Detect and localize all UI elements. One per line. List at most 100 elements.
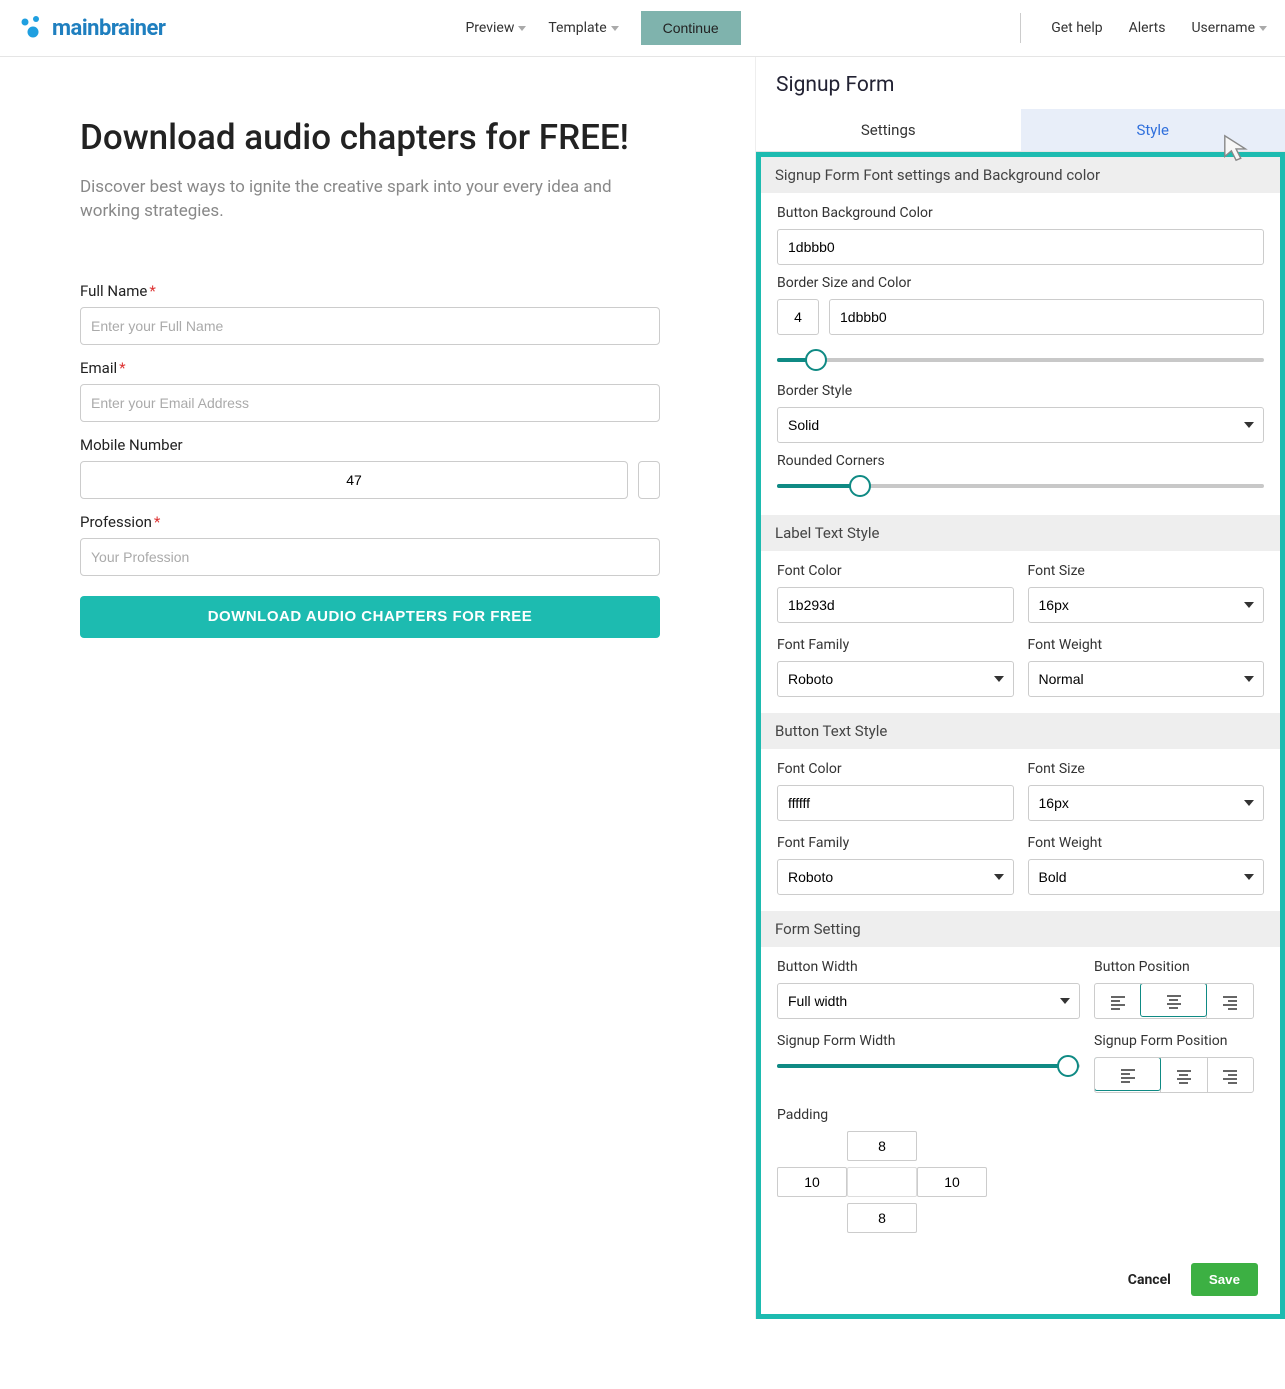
cursor-icon: [1222, 133, 1252, 163]
border-size-color-label: Border Size and Color: [777, 275, 1264, 291]
chevron-down-icon: [611, 26, 619, 31]
settings-panel: Signup Form Settings Style Signup Form F…: [755, 57, 1285, 1319]
rounded-corners-slider[interactable]: [777, 477, 1264, 495]
label-text: Full Name: [80, 282, 147, 300]
label-font-size-select[interactable]: [1028, 587, 1265, 623]
section-label-text-body: Font Color Font Size Font Family: [761, 551, 1280, 713]
button-font-color-label: Font Color: [777, 761, 1014, 777]
style-content: Signup Form Font settings and Background…: [756, 152, 1285, 1319]
align-center-icon: [1167, 995, 1181, 1006]
main-area: Download audio chapters for FREE! Discov…: [0, 57, 1285, 1319]
border-color-input[interactable]: [829, 299, 1264, 335]
required-icon: *: [154, 513, 160, 531]
chevron-down-icon: [518, 26, 526, 31]
country-code-input[interactable]: [80, 461, 628, 499]
label-font-family-select[interactable]: [777, 661, 1014, 697]
padding-right-input[interactable]: [917, 1167, 987, 1197]
panel-title: Signup Form: [756, 57, 1285, 109]
padding-label: Padding: [777, 1107, 1264, 1123]
button-font-color-input[interactable]: [777, 785, 1014, 821]
align-right-icon: [1223, 1070, 1237, 1081]
align-center-icon: [1177, 1070, 1191, 1081]
logo[interactable]: mainbrainer: [18, 16, 165, 41]
panel-tabs: Settings Style: [756, 109, 1285, 152]
profession-input[interactable]: [80, 538, 660, 576]
preview-label: Preview: [465, 20, 514, 36]
align-right-button[interactable]: [1207, 1058, 1253, 1092]
email-field: Email*: [80, 359, 660, 422]
align-right-button[interactable]: [1206, 984, 1253, 1018]
label-font-color-label: Font Color: [777, 563, 1014, 579]
form-position-label: Signup Form Position: [1094, 1033, 1264, 1049]
rounded-corners-label: Rounded Corners: [777, 453, 1264, 469]
label-font-weight-select[interactable]: [1028, 661, 1265, 697]
section-label-text-header: Label Text Style: [761, 515, 1280, 551]
phone-input[interactable]: [638, 461, 660, 499]
separator: [1020, 13, 1021, 43]
section-form-setting-body: Button Width Button Position: [761, 947, 1280, 1249]
fullname-input[interactable]: [80, 307, 660, 345]
preview-dropdown[interactable]: Preview: [465, 20, 526, 36]
button-position-group: [1094, 983, 1254, 1019]
border-size-slider[interactable]: [777, 351, 1264, 369]
save-button[interactable]: Save: [1191, 1263, 1258, 1296]
padding-top-input[interactable]: [847, 1131, 917, 1161]
email-input[interactable]: [80, 384, 660, 422]
padding-left-input[interactable]: [777, 1167, 847, 1197]
align-right-icon: [1223, 996, 1237, 1007]
fullname-label: Full Name*: [80, 282, 660, 300]
align-left-icon: [1121, 1069, 1135, 1080]
button-width-select[interactable]: [777, 983, 1080, 1019]
template-dropdown[interactable]: Template: [548, 20, 618, 36]
page-title: Download audio chapters for FREE!: [80, 117, 675, 158]
align-center-button[interactable]: [1160, 1058, 1206, 1092]
tab-settings[interactable]: Settings: [756, 109, 1021, 151]
required-icon: *: [149, 282, 155, 300]
align-center-button[interactable]: [1140, 983, 1208, 1017]
button-font-size-label: Font Size: [1028, 761, 1265, 777]
logo-icon: [18, 16, 46, 40]
label-font-color-input[interactable]: [777, 587, 1014, 623]
label-font-size-label: Font Size: [1028, 563, 1265, 579]
panel-footer: Cancel Save: [761, 1249, 1280, 1296]
continue-button[interactable]: Continue: [641, 11, 741, 45]
button-bg-color-label: Button Background Color: [777, 205, 1264, 221]
button-bg-color-input[interactable]: [777, 229, 1264, 265]
email-label: Email*: [80, 359, 660, 377]
download-button[interactable]: DOWNLOAD AUDIO CHAPTERS FOR FREE: [80, 596, 660, 638]
button-position-label: Button Position: [1094, 959, 1264, 975]
username-label: Username: [1191, 20, 1255, 36]
fullname-field: Full Name*: [80, 282, 660, 345]
button-font-family-label: Font Family: [777, 835, 1014, 851]
button-font-size-select[interactable]: [1028, 785, 1265, 821]
mobile-label: Mobile Number: [80, 436, 660, 454]
padding-grid: [777, 1131, 1264, 1233]
align-left-button[interactable]: [1095, 984, 1141, 1018]
label-font-family-label: Font Family: [777, 637, 1014, 653]
cancel-button[interactable]: Cancel: [1128, 1272, 1171, 1288]
border-style-select[interactable]: [777, 407, 1264, 443]
button-font-weight-label: Font Weight: [1028, 835, 1265, 851]
alerts-link[interactable]: Alerts: [1129, 20, 1166, 36]
button-font-weight-select[interactable]: [1028, 859, 1265, 895]
section-button-text-header: Button Text Style: [761, 713, 1280, 749]
button-font-family-select[interactable]: [777, 859, 1014, 895]
section-button-text-body: Font Color Font Size Font Family: [761, 749, 1280, 911]
label-text: Profession: [80, 513, 152, 531]
get-help-link[interactable]: Get help: [1051, 20, 1102, 36]
align-left-button[interactable]: [1094, 1057, 1161, 1091]
username-dropdown[interactable]: Username: [1191, 20, 1267, 36]
padding-bottom-input[interactable]: [847, 1203, 917, 1233]
section-form-setting-header: Form Setting: [761, 911, 1280, 947]
signup-form-preview: Full Name* Email* Mobile Number Professi…: [80, 282, 660, 638]
border-size-input[interactable]: [777, 299, 819, 335]
chevron-down-icon: [1259, 26, 1267, 31]
form-width-slider[interactable]: [777, 1057, 1080, 1075]
mobile-field: Mobile Number: [80, 436, 660, 499]
section-font-bg-header: Signup Form Font settings and Background…: [761, 157, 1280, 193]
button-width-label: Button Width: [777, 959, 1080, 975]
padding-center: [847, 1167, 917, 1197]
top-right-nav: Get help Alerts Username: [1020, 13, 1267, 43]
form-width-label: Signup Form Width: [777, 1033, 1080, 1049]
topbar: mainbrainer Preview Template Continue Ge…: [0, 0, 1285, 57]
